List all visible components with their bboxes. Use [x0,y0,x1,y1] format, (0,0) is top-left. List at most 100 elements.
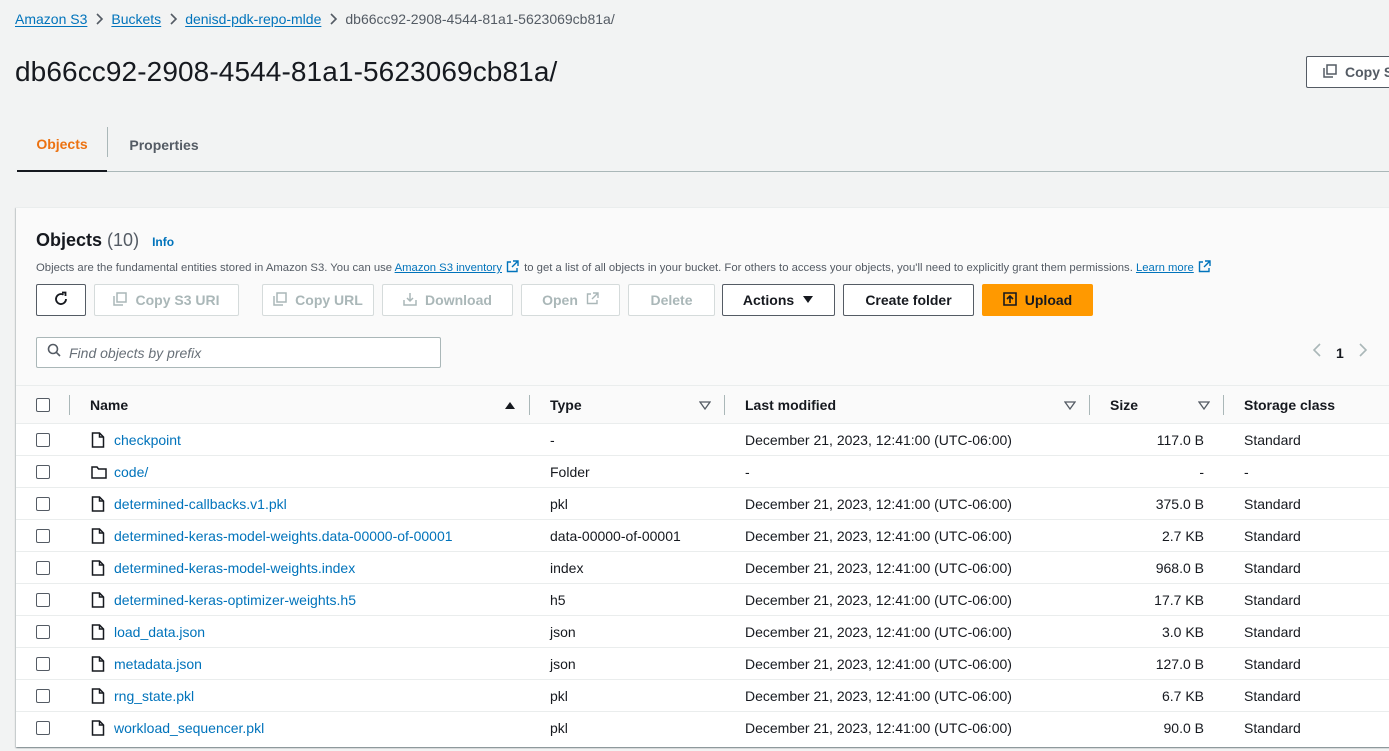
table-row[interactable]: rng_state.pkl pkl December 21, 2023, 12:… [16,680,1389,712]
row-checkbox[interactable] [36,656,50,671]
row-checkbox-cell [36,424,50,455]
sort-ascending-icon[interactable] [504,386,516,424]
object-size: - [1199,463,1204,480]
tab-properties[interactable]: Properties [108,118,220,171]
tab-bar: Objects Properties [17,118,1389,172]
chevron-right-icon [321,9,345,29]
object-type: data-00000-of-00001 [550,527,681,544]
object-size: 2.7 KB [1161,527,1204,544]
object-size: 375.0 B [1155,495,1204,512]
table-row[interactable]: determined-keras-model-weights.index ind… [16,552,1389,584]
breadcrumb-bucket[interactable]: denisd-pdk-repo-mlde [185,11,321,27]
row-checkbox[interactable] [36,432,50,447]
row-checkbox-cell [36,712,50,743]
open-button[interactable]: Open [521,284,620,316]
upload-label: Upload [1024,292,1073,308]
breadcrumb-amazon-s3[interactable]: Amazon S3 [15,11,87,27]
folder-icon [91,456,107,487]
objects-panel: Objects (10) Info Objects are the fundam… [16,207,1389,747]
object-storage-class: Standard [1244,591,1301,608]
object-storage-class: Standard [1244,431,1301,448]
download-button[interactable]: Download [382,284,513,316]
object-name-link[interactable]: determined-keras-model-weights.data-0000… [114,520,453,551]
row-checkbox-cell [36,648,50,679]
breadcrumb-buckets[interactable]: Buckets [111,11,161,27]
column-header-type[interactable]: Type [550,386,582,424]
refresh-button[interactable] [36,284,86,316]
object-last-modified: December 21, 2023, 12:41:00 (UTC-06:00) [745,495,1012,512]
row-checkbox-cell [36,680,50,711]
delete-label: Delete [650,292,693,308]
object-name-link[interactable]: code/ [114,456,148,487]
object-name-link[interactable]: determined-callbacks.v1.pkl [114,488,287,519]
copy-s3-uri-button[interactable]: Copy S3 URI [94,284,239,316]
upload-button[interactable]: Upload [982,284,1093,316]
row-checkbox[interactable] [36,560,50,575]
sort-icon[interactable] [1198,386,1210,424]
copy-s3-uri-top-label: Copy S3 URI [1345,64,1389,80]
row-checkbox[interactable] [36,624,50,639]
info-link[interactable]: Info [152,235,174,249]
column-header-storage-class[interactable]: Storage class [1244,386,1335,424]
table-row[interactable]: checkpoint - December 21, 2023, 12:41:00… [16,424,1389,456]
row-checkbox-cell [36,520,50,551]
object-size: 90.0 B [1163,719,1204,736]
s3-inventory-link[interactable]: Amazon S3 inventory [395,262,502,274]
table-row[interactable]: load_data.json json December 21, 2023, 1… [16,616,1389,648]
object-size: 968.0 B [1155,559,1204,576]
column-header-size[interactable]: Size [1110,386,1138,424]
table-row[interactable]: code/ Folder - - - [16,456,1389,488]
caret-down-icon [802,292,814,308]
file-icon [91,488,105,519]
tab-objects[interactable]: Objects [17,118,107,172]
open-label: Open [542,292,578,308]
column-header-name[interactable]: Name [90,386,128,424]
row-checkbox[interactable] [36,496,50,511]
column-separator [724,395,725,415]
object-last-modified: December 21, 2023, 12:41:00 (UTC-06:00) [745,655,1012,672]
row-checkbox[interactable] [36,592,50,607]
next-page-icon[interactable] [1358,342,1368,363]
search-input[interactable] [69,344,409,361]
delete-button[interactable]: Delete [628,284,715,316]
object-last-modified: - [745,463,750,480]
object-size: 6.7 KB [1161,687,1204,704]
page-number[interactable]: 1 [1336,345,1344,361]
row-checkbox[interactable] [36,464,50,479]
object-type: pkl [550,495,568,512]
column-header-last-modified[interactable]: Last modified [745,386,836,424]
object-name-link[interactable]: workload_sequencer.pkl [114,712,264,743]
table-row[interactable]: workload_sequencer.pkl pkl December 21, … [16,712,1389,744]
copy-url-button[interactable]: Copy URL [262,284,374,316]
download-label: Download [425,292,492,308]
row-checkbox[interactable] [36,688,50,703]
object-last-modified: December 21, 2023, 12:41:00 (UTC-06:00) [745,719,1012,736]
object-name-link[interactable]: rng_state.pkl [114,680,194,711]
object-size: 3.0 KB [1161,623,1204,640]
row-checkbox[interactable] [36,528,50,543]
object-type: json [550,655,576,672]
table-row[interactable]: determined-keras-optimizer-weights.h5 h5… [16,584,1389,616]
actions-dropdown[interactable]: Actions [722,284,835,316]
table-row[interactable]: determined-keras-model-weights.data-0000… [16,520,1389,552]
learn-more-link[interactable]: Learn more [1136,262,1194,274]
file-icon [91,712,105,743]
row-checkbox[interactable] [36,720,50,735]
sort-icon[interactable] [699,386,711,424]
sort-icon[interactable] [1064,386,1076,424]
object-storage-class: Standard [1244,655,1301,672]
create-folder-button[interactable]: Create folder [843,284,974,316]
object-name-link[interactable]: checkpoint [114,424,181,455]
chevron-right-icon [161,9,185,29]
select-all-checkbox[interactable] [36,398,50,412]
object-name-link[interactable]: load_data.json [114,616,205,647]
prev-page-icon[interactable] [1312,342,1322,363]
copy-s3-uri-top-button[interactable]: Copy S3 URI [1306,56,1389,88]
table-row[interactable]: metadata.json json December 21, 2023, 12… [16,648,1389,680]
object-name-link[interactable]: determined-keras-optimizer-weights.h5 [114,584,356,615]
object-name-link[interactable]: metadata.json [114,648,202,679]
search-box [36,337,441,368]
table-row[interactable]: determined-callbacks.v1.pkl pkl December… [16,488,1389,520]
object-storage-class: Standard [1244,623,1301,640]
object-name-link[interactable]: determined-keras-model-weights.index [114,552,355,583]
